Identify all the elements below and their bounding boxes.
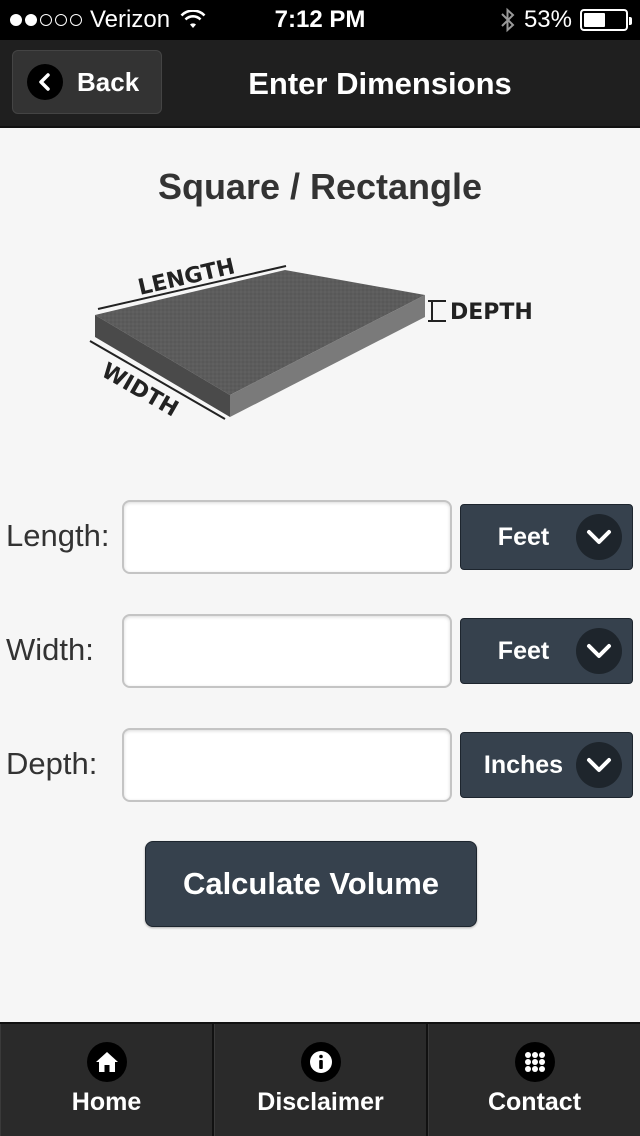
width-unit-value: Feet (497, 636, 550, 665)
bluetooth-icon (501, 7, 515, 33)
length-unit-select[interactable]: Feet (460, 504, 633, 570)
nav-item-home[interactable]: Home (0, 1024, 214, 1136)
battery-percent: 53% (523, 6, 572, 33)
nav-label-disclaimer: Disclaimer (257, 1088, 384, 1116)
width-input[interactable] (122, 614, 452, 688)
depth-unit-select[interactable]: Inches (460, 732, 633, 798)
length-input[interactable] (122, 500, 452, 574)
nav-label-home: Home (71, 1088, 142, 1116)
info-icon (300, 1042, 341, 1082)
depth-label: DEPTH (450, 300, 533, 325)
calculate-volume-button[interactable]: Calculate Volume (145, 841, 477, 927)
depth-label: Depth: (6, 746, 98, 781)
nav-item-disclaimer[interactable]: Disclaimer (214, 1024, 428, 1136)
page-title: Square / Rectangle (157, 166, 483, 207)
width-unit-select[interactable]: Feet (460, 618, 633, 684)
bottom-nav: Home Disclaimer Contact (0, 1022, 640, 1136)
nav-item-contact[interactable]: Contact (428, 1024, 640, 1136)
home-icon (86, 1042, 127, 1082)
length-label: Length: (6, 518, 110, 553)
header-title: Enter Dimensions (248, 66, 512, 101)
battery-level (584, 13, 606, 27)
chevron-down-icon (576, 628, 622, 674)
status-bar: Verizon 7:12 PM 53% (0, 0, 640, 40)
depth-unit-value: Inches (483, 750, 564, 779)
nav-header: Back Enter Dimensions (0, 40, 640, 128)
status-right: 53% (500, 6, 632, 34)
chevron-down-icon (576, 742, 622, 788)
grid-icon (514, 1042, 555, 1082)
depth-input[interactable] (122, 728, 452, 802)
chevron-down-icon (576, 514, 622, 560)
slab-diagram: LENGTH WIDTH DEPTH (89, 254, 533, 422)
length-unit-value: Feet (497, 522, 550, 551)
width-label: Width: (6, 632, 94, 667)
nav-label-contact: Contact (487, 1088, 582, 1116)
battery-icon (580, 9, 632, 31)
